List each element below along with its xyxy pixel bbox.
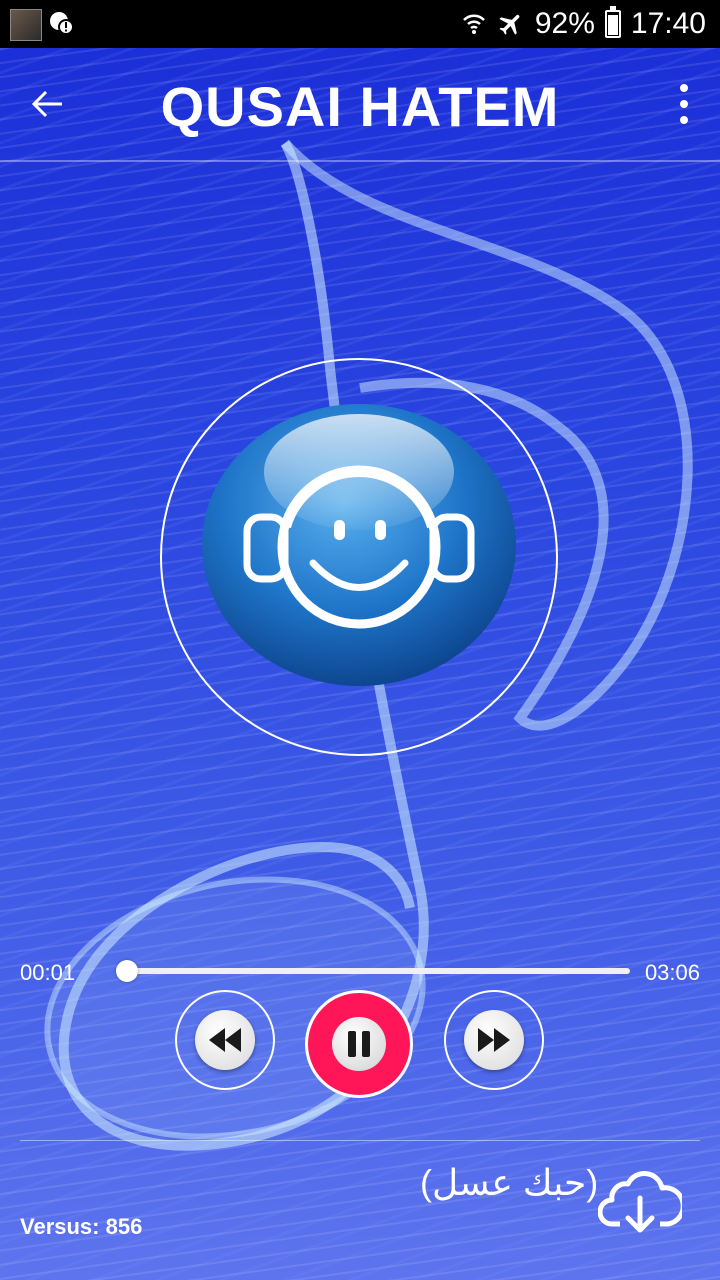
- more-vertical-icon[interactable]: [676, 82, 692, 126]
- clock: 17:40: [630, 7, 706, 40]
- pause-button[interactable]: [305, 990, 413, 1098]
- page-title: QUSAI HATEM: [160, 75, 560, 138]
- rewind-button[interactable]: [175, 990, 275, 1090]
- airplane-icon: [499, 14, 520, 35]
- app-bar: QUSAI HATEM: [0, 48, 720, 160]
- alert-icon: [50, 12, 74, 35]
- smiley-headphones-icon: [202, 404, 516, 686]
- seek-thumb[interactable]: [115, 960, 138, 982]
- seek-track[interactable]: [124, 968, 630, 974]
- version-label: Versus: 856: [20, 1214, 143, 1239]
- song-title: (حبك عسل): [420, 1162, 599, 1203]
- battery-percent: 92%: [534, 7, 595, 40]
- cloud-download-icon[interactable]: [598, 1160, 682, 1244]
- bottom-divider: [20, 1140, 700, 1141]
- forward-button[interactable]: [444, 990, 544, 1090]
- battery-icon: [604, 6, 621, 38]
- app-bar-divider: [0, 160, 720, 162]
- pause-icon: [348, 1031, 370, 1057]
- seek-bar[interactable]: [115, 960, 630, 982]
- status-bar: 92% 17:40: [0, 0, 720, 48]
- thumbnail-icon: [10, 9, 42, 41]
- rewind-icon: [209, 1028, 241, 1052]
- total-time: 03:06: [644, 960, 700, 985]
- fast-forward-icon: [478, 1028, 510, 1052]
- current-time: 00:01: [20, 960, 76, 985]
- wifi-icon: [462, 14, 485, 34]
